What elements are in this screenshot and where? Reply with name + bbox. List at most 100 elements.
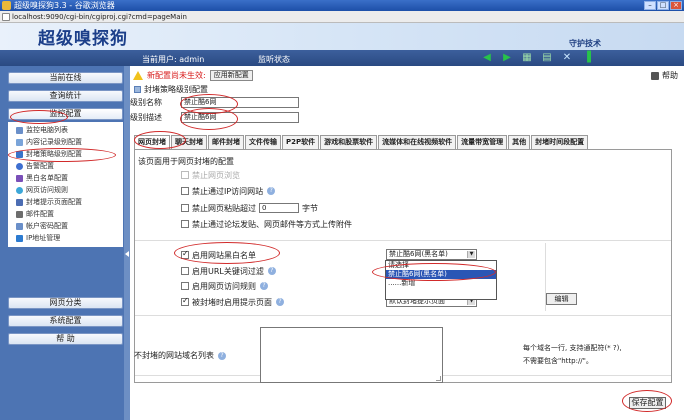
sidebar-item-ip[interactable]: IP地址管理: [10, 232, 123, 244]
level-name-field: 级别名称 禁止酷6网: [130, 97, 299, 108]
help-question-icon[interactable]: ?: [218, 351, 226, 360]
sidebar-item-alert[interactable]: 告警配置: [10, 160, 123, 172]
url-filter-checkbox[interactable]: [181, 267, 189, 275]
unblocked-row: 不封堵的网站域名列表 ?: [134, 350, 226, 361]
sidebar-item-mail[interactable]: 邮件配置: [10, 208, 123, 220]
maximize-icon[interactable]: □: [657, 1, 669, 10]
sidebar-item-label: 封堵策略级别配置: [26, 150, 82, 158]
dropdown-option[interactable]: ......新增: [386, 279, 496, 288]
tab-block-time[interactable]: 封堵时间段配置: [531, 135, 589, 149]
monitor-status: 监听状态: [258, 55, 290, 64]
dropdown-option[interactable]: 请选择: [386, 261, 496, 270]
sidebar-item-blacklist[interactable]: 黑白名单配置: [10, 172, 123, 184]
collapse-arrow-icon[interactable]: [125, 251, 129, 257]
grid-icon[interactable]: ▤: [540, 52, 554, 63]
page-title: 封堵策略级别配置: [134, 84, 208, 95]
ban-upload-checkbox[interactable]: [181, 220, 189, 228]
help-question-icon[interactable]: ?: [267, 187, 276, 195]
status-bar: 守护技术 当前用户: admin 监听状态 ◀ ▶ ▦ ▤ ✕ ▐: [0, 39, 684, 66]
alert-icon: [16, 162, 23, 170]
tab-bandwidth[interactable]: 流量带宽管理: [457, 135, 508, 149]
tools-icon[interactable]: ✕: [560, 52, 574, 63]
blacklist-select-value: 禁止酷6网(黑名单): [389, 250, 448, 258]
back-arrow-icon[interactable]: ◀: [480, 52, 494, 63]
sidebar-item-record-level[interactable]: 内容记录级别配置: [10, 136, 123, 148]
access-rules-checkbox[interactable]: [181, 282, 189, 290]
sidebar-section-help[interactable]: 帮 助: [8, 333, 123, 345]
blacklist-select[interactable]: 禁止酷6网(黑名单) ▼: [386, 249, 477, 260]
warning-icon: [133, 71, 143, 80]
block-icon: [16, 150, 23, 158]
sidebar-item-block-policy[interactable]: 封堵策略级别配置: [10, 148, 123, 160]
tab-p2p[interactable]: P2P软件: [282, 135, 320, 149]
help-question-icon[interactable]: ?: [260, 282, 268, 290]
sidebar-item-monitor-list[interactable]: 监控电脑列表: [10, 124, 123, 136]
help-question-icon[interactable]: ?: [276, 298, 284, 306]
main-content: 新配置尚未生效: 应用新配置 帮助 封堵策略级别配置 级别名称 禁止酷6网 级别…: [130, 66, 684, 420]
sidebar-item-label: 封堵提示页面配置: [26, 198, 82, 206]
current-user: 当前用户: admin: [142, 55, 205, 64]
level-desc-field: 级别描述 禁止酷6网: [130, 112, 299, 123]
sidebar-item-label: 邮件配置: [26, 210, 54, 218]
sidebar-section-query[interactable]: 查询统计: [8, 90, 123, 102]
minimize-icon[interactable]: –: [644, 1, 656, 10]
option-ban-paste: 禁止网页粘贴超过 0 字节: [181, 202, 318, 214]
sidebar-section-web-category[interactable]: 网页分类: [8, 297, 123, 309]
edit-button[interactable]: 编辑: [546, 293, 577, 305]
address-bar: localhost:9090/cgi-bin/cgiproj.cgi?cmd=p…: [0, 11, 684, 23]
forward-arrow-icon[interactable]: ▶: [500, 52, 514, 63]
save-config-button[interactable]: 保存配置: [629, 397, 666, 409]
sidebar-item-label: 内容记录级别配置: [26, 138, 82, 146]
ban-ip-checkbox[interactable]: [181, 187, 189, 195]
ban-upload-label: 禁止通过论坛发贴、网页邮件等方式上传附件: [192, 219, 352, 229]
ban-paste-checkbox[interactable]: [181, 204, 189, 212]
blacklist-label: 启用网站黑白名单: [192, 250, 256, 260]
tab-chat-block[interactable]: 聊天封堵: [171, 135, 207, 149]
mail-icon: [16, 210, 23, 218]
sidebar-section-system-config[interactable]: 系统配置: [8, 315, 123, 327]
url-text[interactable]: localhost:9090/cgi-bin/cgiproj.cgi?cmd=p…: [12, 12, 187, 22]
app-logo: 超级嗅探狗: [38, 29, 128, 49]
close-icon[interactable]: ×: [670, 1, 682, 10]
blacklist-checkbox[interactable]: [181, 249, 189, 259]
tab-web-block[interactable]: 网页封堵: [134, 135, 170, 150]
sidebar-item-label: 帐户密码配置: [26, 222, 68, 230]
flag-icon[interactable]: ▐: [580, 52, 594, 63]
sidebar-item-label: 黑白名单配置: [26, 174, 68, 182]
sidebar-item-access-rules[interactable]: 网页访问规则: [10, 184, 123, 196]
warning-text: 新配置尚未生效:: [147, 71, 206, 80]
option-url-filter: 启用URL关键词过滤 ?: [181, 265, 276, 277]
dropdown-option[interactable]: 禁止酷6网(黑名单): [386, 270, 496, 279]
tab-file-transfer[interactable]: 文件传输: [245, 135, 281, 149]
tab-other[interactable]: 其他: [508, 135, 531, 149]
show-page-checkbox[interactable]: [181, 296, 189, 306]
window-title: 超级嗅探狗3.3 - 谷歌浏览器: [14, 1, 115, 10]
help-question-icon[interactable]: ?: [267, 267, 276, 275]
ban-web-checkbox[interactable]: [181, 171, 189, 179]
sidebar-item-label: 网页访问规则: [26, 186, 68, 194]
list-icon: [16, 174, 23, 182]
computer-icon: [16, 126, 23, 134]
resize-grip-icon[interactable]: [436, 376, 441, 381]
tab-mail-block[interactable]: 邮件封堵: [208, 135, 244, 149]
sidebar-item-label: 告警配置: [26, 162, 54, 170]
level-name-input[interactable]: 禁止酷6网: [181, 97, 299, 108]
page-icon: [16, 198, 23, 206]
screen-icon[interactable]: ▦: [520, 52, 534, 63]
window-titlebar: 超级嗅探狗3.3 - 谷歌浏览器 – □ ×: [0, 0, 684, 11]
sidebar-item-account[interactable]: 帐户密码配置: [10, 220, 123, 232]
tab-game-stock[interactable]: 游戏和股票软件: [320, 135, 378, 149]
sidebar-item-label: IP地址管理: [26, 234, 61, 242]
sidebar-item-block-page[interactable]: 封堵提示页面配置: [10, 196, 123, 208]
apply-config-button[interactable]: 应用新配置: [209, 70, 253, 81]
option-access-rules: 启用网页访问规则 ?: [181, 280, 268, 292]
unblocked-label: 不封堵的网站域名列表: [134, 351, 214, 360]
tab-streaming[interactable]: 流媒体和在线视频软件: [378, 135, 457, 149]
unblocked-domains-textarea[interactable]: [260, 327, 443, 383]
sidebar-section-monitor-config[interactable]: 监控配置: [8, 108, 123, 120]
paste-bytes-input[interactable]: 0: [259, 203, 299, 213]
help-link[interactable]: 帮助: [651, 70, 678, 81]
note-line: 每个域名一行, 支持通配符(* ?),: [523, 344, 622, 352]
level-desc-input[interactable]: 禁止酷6网: [181, 112, 299, 123]
sidebar-section-online[interactable]: 当前在线: [8, 72, 123, 84]
